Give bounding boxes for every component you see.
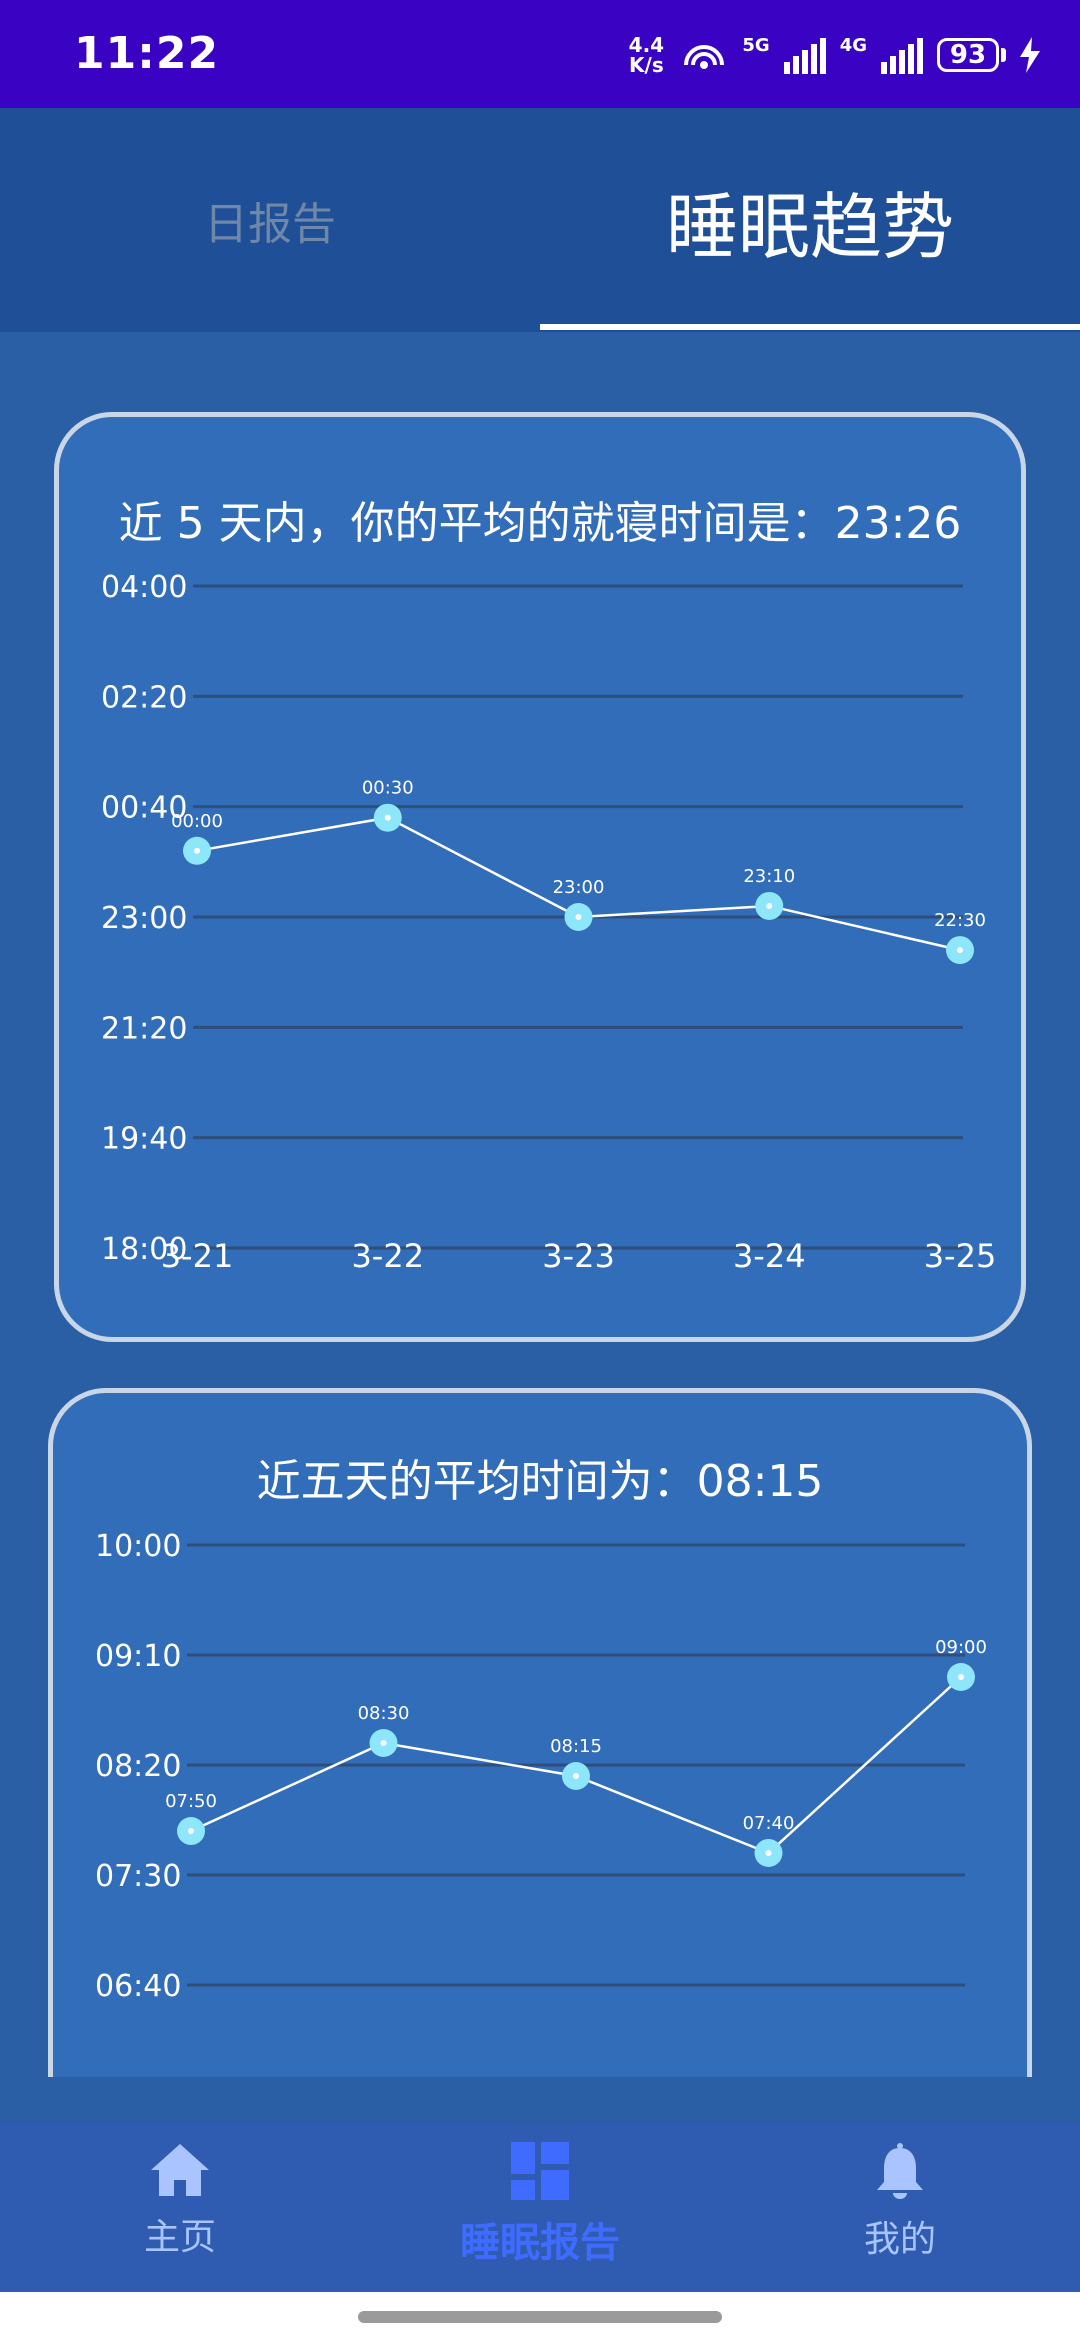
sim1-network-label: 5G xyxy=(742,34,770,56)
bedtime-data-point-center xyxy=(575,914,582,920)
home-icon xyxy=(151,2144,209,2196)
wake-data-label: 07:50 xyxy=(165,1791,217,1812)
bedtime-x-tick-label: 3-24 xyxy=(733,1237,806,1275)
bedtime-y-tick-label: 04:00 xyxy=(101,570,187,605)
wake-time-trend-card: 近五天的平均时间为：08:15 10:00 09:10 08:20 07:30 06:4… xyxy=(48,1388,1032,2077)
wake-data-label: 09:00 xyxy=(935,1637,987,1658)
nav-home[interactable]: 主页 xyxy=(80,2142,280,2260)
tab-daily-report[interactable]: 日报告 xyxy=(0,108,540,332)
bedtime-data-label: 23:00 xyxy=(553,877,605,898)
nav-me[interactable]: 我的 xyxy=(800,2142,1000,2262)
dashboard-icon xyxy=(511,2142,569,2200)
bell-icon xyxy=(877,2143,923,2199)
wake-data-label: 08:15 xyxy=(550,1736,602,1757)
bedtime-data-label: 00:30 xyxy=(362,778,414,799)
battery-level: 93 xyxy=(949,40,987,70)
wake-y-tick-label: 09:10 xyxy=(95,1639,181,1674)
charging-icon xyxy=(1020,37,1040,73)
wake-data-label: 07:40 xyxy=(743,1813,795,1834)
bottom-navigation: 主页 睡眠报告 我的 xyxy=(0,2124,1080,2292)
signal-strength-icon xyxy=(881,36,923,74)
bedtime-data-point-center xyxy=(384,814,391,821)
bedtime-x-tick-label: 3-23 xyxy=(542,1237,615,1275)
bedtime-y-tick-label: 21:20 xyxy=(101,1011,187,1046)
wake-y-tick-label: 07:30 xyxy=(95,1859,181,1894)
bedtime-line-chart: 04:0002:2000:4023:0021:2019:4018:003-21 3… xyxy=(101,570,997,1275)
bedtime-trend-card: 近 5 天内，你的平均的就寝时间是：23:26 04:00 02:20 00:40 2… xyxy=(54,412,1026,1342)
wake-y-tick-label: 10:00 xyxy=(95,1529,181,1564)
wake-data-point-center xyxy=(188,1828,194,1835)
net-speed: 4.4 K/s xyxy=(628,33,665,77)
tab-sleep-trend[interactable]: 睡眠趋势 xyxy=(540,108,1080,332)
trend-content[interactable]: 近 5 天内，你的平均的就寝时间是：23:26 04:00 02:20 00:40 2… xyxy=(0,332,1080,2077)
wake-time-line-chart: 10:0009:1008:2007:3006:403-213-223-233-2… xyxy=(95,1529,987,2004)
bedtime-data-point-center xyxy=(957,947,963,954)
bedtime-x-tick-label: 3-22 xyxy=(351,1237,424,1275)
nav-sleep-report[interactable]: 睡眠报告 xyxy=(440,2142,640,2268)
wake-data-point-center xyxy=(958,1674,964,1680)
bedtime-x-tick-label: 3-21 xyxy=(161,1237,234,1275)
nav-sleep-report-label: 睡眠报告 xyxy=(460,2220,620,2266)
bedtime-x-tick-label: 3-25 xyxy=(924,1237,997,1275)
bedtime-data-label: 22:30 xyxy=(934,910,986,931)
wake-data-point-center xyxy=(380,1740,387,1746)
signal-strength-icon xyxy=(783,36,826,74)
bedtime-data-label: 00:00 xyxy=(171,811,223,832)
nav-me-label: 我的 xyxy=(863,2219,936,2260)
bedtime-data-point-center xyxy=(766,902,773,909)
bedtime-y-tick-label: 23:00 xyxy=(101,901,187,936)
status-time: 11:22 xyxy=(74,28,220,79)
wake-data-label: 08:30 xyxy=(358,1703,410,1724)
wake-y-tick-label: 06:40 xyxy=(95,1969,181,2004)
bedtime-y-tick-label: 19:40 xyxy=(101,1122,187,1157)
status-icons: 4.4 K/s 5G 4G 93 xyxy=(626,30,1040,80)
report-tabs: 日报告 睡眠趋势 xyxy=(0,108,1080,332)
wake-data-point-center xyxy=(573,1773,579,1779)
battery-tip xyxy=(1001,48,1006,62)
tab-daily-report-label: 日报告 xyxy=(204,199,336,250)
bedtime-data-label: 23:10 xyxy=(743,866,795,887)
bedtime-data-point-center xyxy=(194,847,200,854)
gesture-bar xyxy=(0,2292,1080,2340)
active-tab-indicator xyxy=(540,324,1080,330)
bedtime-y-tick-label: 02:20 xyxy=(101,680,187,715)
status-bar: 11:22 4.4 K/s 5G 4G 93 xyxy=(0,0,1080,108)
nav-home-label: 主页 xyxy=(143,2217,216,2258)
battery-icon: 93 xyxy=(937,38,999,72)
hotspot-icon xyxy=(684,45,725,69)
tab-sleep-trend-label: 睡眠趋势 xyxy=(665,184,954,269)
sim2-network-label: 4G xyxy=(839,34,867,56)
home-indicator[interactable] xyxy=(358,2311,722,2323)
wake-data-point-center xyxy=(765,1849,772,1856)
wake-y-tick-label: 08:20 xyxy=(95,1749,181,1784)
